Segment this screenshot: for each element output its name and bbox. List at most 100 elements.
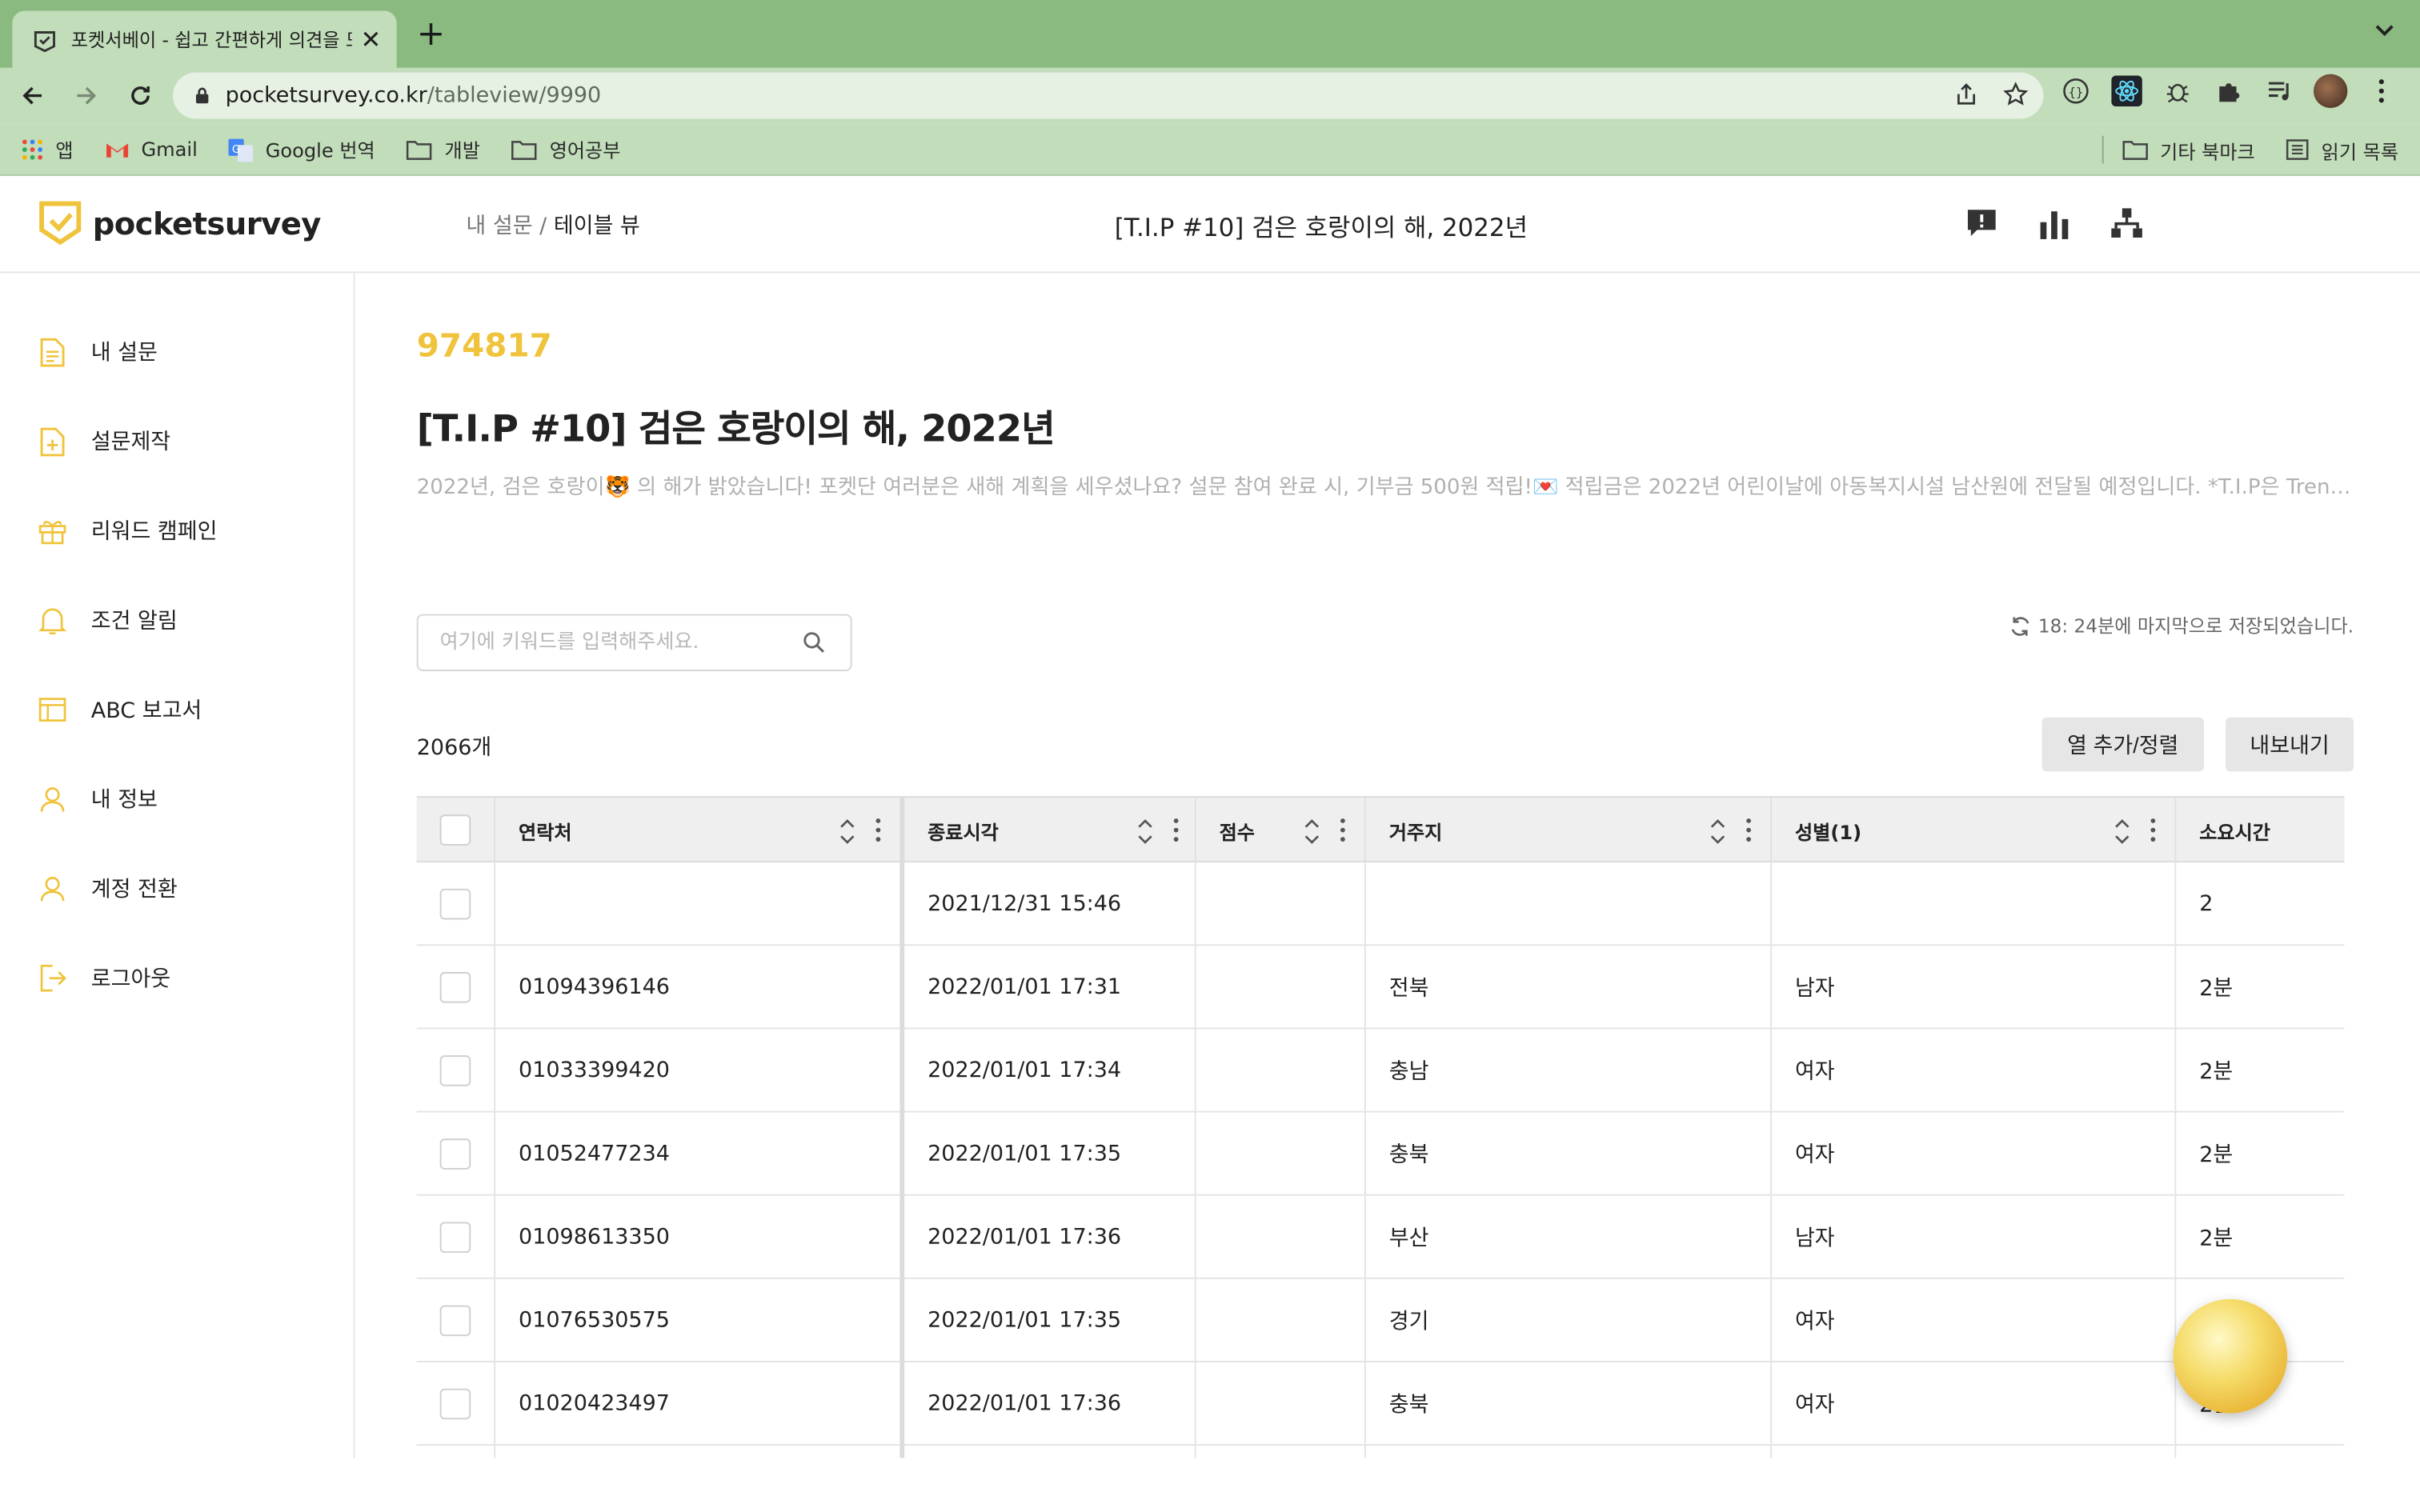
bar-chart-icon[interactable]: [2039, 206, 2070, 240]
cell-score[interactable]: [1194, 1195, 1364, 1279]
profile-avatar[interactable]: [2313, 74, 2348, 109]
sidebar-item-logout[interactable]: 로그아웃: [37, 962, 170, 994]
cell-region[interactable]: 충남: [1364, 1029, 1770, 1113]
select-all-checkbox[interactable]: [439, 814, 471, 846]
share-icon[interactable]: [1954, 82, 1979, 106]
export-button[interactable]: 내보내기: [2226, 717, 2354, 772]
sort-arrows-icon[interactable]: [2113, 816, 2131, 847]
sidebar-item-switch-account[interactable]: 계정 전환: [37, 874, 178, 905]
cell-score[interactable]: [1194, 946, 1364, 1030]
cell-gender[interactable]: 여자: [1770, 1029, 2174, 1113]
cell-gender[interactable]: [1770, 862, 2174, 946]
cell-end-time[interactable]: 2022/01/01 17:35: [899, 1278, 1194, 1362]
close-tab-icon[interactable]: ✕: [361, 25, 382, 54]
cell-region[interactable]: 경기: [1364, 1278, 1770, 1362]
sort-arrows-icon[interactable]: [1709, 816, 1727, 847]
cell-contact[interactable]: 01052489577: [494, 1446, 899, 1458]
add-sort-columns-button[interactable]: 열 추가/정렬: [2041, 717, 2205, 772]
bookmark-apps[interactable]: 앱: [22, 134, 74, 164]
cell-duration[interactable]: 2: [2174, 862, 2344, 946]
floating-action-button[interactable]: [2173, 1298, 2288, 1414]
table-row[interactable]: 01094396146 2022/01/01 17:31 전북 남자 2분: [416, 946, 2345, 1030]
bookmark-translate[interactable]: G Google 번역: [228, 134, 375, 164]
table-row[interactable]: 01098613350 2022/01/01 17:36 부산 남자 2분: [416, 1195, 2345, 1279]
bookmark-other[interactable]: 기타 북마크: [2122, 135, 2255, 165]
column-menu-icon[interactable]: [2150, 818, 2157, 842]
cell-region[interactable]: 충북: [1364, 1362, 1770, 1446]
search-icon[interactable]: [803, 631, 826, 654]
cell-region[interactable]: 충북: [1364, 1112, 1770, 1196]
cell-duration[interactable]: 2분: [2174, 1195, 2344, 1279]
cell-gender[interactable]: 여자: [1770, 1112, 2174, 1196]
cell-contact[interactable]: [494, 862, 899, 946]
cell-duration[interactable]: 2분: [2174, 1029, 2344, 1113]
chevron-down-icon[interactable]: [2374, 23, 2395, 38]
column-header[interactable]: 종료시각: [899, 798, 1194, 863]
cell-score[interactable]: [1194, 1446, 1364, 1458]
cell-contact[interactable]: 01076530575: [494, 1278, 899, 1362]
cell-duration[interactable]: 2분: [2174, 1112, 2344, 1196]
bug-extension-icon[interactable]: [2161, 74, 2194, 108]
bookmark-folder-dev[interactable]: 개발: [406, 134, 480, 164]
table-row[interactable]: 2021/12/31 15:46 2: [416, 862, 2345, 946]
cell-gender[interactable]: 남자: [1770, 1195, 2174, 1279]
column-header[interactable]: 점수: [1194, 798, 1364, 863]
cell-region[interactable]: 경남: [1364, 1446, 1770, 1458]
row-checkbox[interactable]: [439, 1388, 471, 1420]
cell-contact[interactable]: 01052477234: [494, 1112, 899, 1196]
sidebar-item-reward-campaign[interactable]: 리워드 캠페인: [37, 515, 217, 546]
column-header[interactable]: 성별(1): [1770, 798, 2174, 863]
sidebar-item-my-info[interactable]: 내 정보: [37, 784, 158, 815]
column-menu-icon[interactable]: [1340, 818, 1346, 842]
cell-end-time[interactable]: 2022/01/01 17:33: [899, 1446, 1194, 1458]
media-queue-icon[interactable]: [2262, 74, 2296, 108]
row-checkbox[interactable]: [439, 1055, 471, 1086]
cell-gender[interactable]: 여자: [1770, 1278, 2174, 1362]
column-header[interactable]: 연락처: [494, 798, 899, 863]
column-menu-icon[interactable]: [875, 818, 882, 842]
row-checkbox[interactable]: [439, 1305, 471, 1337]
column-menu-icon[interactable]: [1173, 818, 1180, 842]
cell-score[interactable]: [1194, 1029, 1364, 1113]
column-header[interactable]: 소요시간: [2174, 798, 2344, 863]
cell-contact[interactable]: 01098613350: [494, 1195, 899, 1279]
sort-arrows-icon[interactable]: [838, 816, 856, 847]
react-devtools-icon[interactable]: [2109, 74, 2143, 108]
column-header[interactable]: 거주지: [1364, 798, 1770, 863]
cell-end-time[interactable]: 2021/12/31 15:46: [899, 862, 1194, 946]
bookmark-gmail[interactable]: Gmail: [104, 138, 198, 161]
more-menu-icon[interactable]: [2365, 74, 2398, 108]
cell-duration[interactable]: 2분: [2174, 1446, 2344, 1458]
row-checkbox[interactable]: [439, 1138, 471, 1170]
cell-gender[interactable]: 여자: [1770, 1362, 2174, 1446]
address-bar[interactable]: pocketsurvey.co.kr/tableview/9990: [173, 72, 2044, 119]
cell-end-time[interactable]: 2022/01/01 17:36: [899, 1362, 1194, 1446]
cell-contact[interactable]: 01094396146: [494, 946, 899, 1030]
search-input[interactable]: [418, 615, 789, 670]
sort-arrows-icon[interactable]: [1303, 816, 1321, 847]
cell-region[interactable]: 전북: [1364, 946, 1770, 1030]
row-checkbox[interactable]: [439, 972, 471, 1003]
cell-end-time[interactable]: 2022/01/01 17:36: [899, 1195, 1194, 1279]
bookmark-folder-english[interactable]: 영어공부: [511, 134, 620, 164]
bookmark-reading-list[interactable]: 읽기 목록: [2286, 135, 2398, 165]
refresh-icon[interactable]: [2009, 615, 2030, 637]
alert-feedback-icon[interactable]: [1965, 206, 1998, 240]
cell-contact[interactable]: 01020423497: [494, 1362, 899, 1446]
browser-tab[interactable]: 포켓서베이 - 쉽고 간편하게 의견을 모 ✕: [12, 10, 397, 68]
cell-score[interactable]: [1194, 1362, 1364, 1446]
sort-arrows-icon[interactable]: [1136, 816, 1154, 847]
table-row[interactable]: 010204234972022/01/01 17:36충북여자2분: [416, 1362, 2345, 1446]
column-menu-icon[interactable]: [1745, 818, 1752, 842]
row-checkbox[interactable]: [439, 888, 471, 920]
bookmark-star-icon[interactable]: [2003, 82, 2029, 106]
cell-score[interactable]: [1194, 1278, 1364, 1362]
back-icon[interactable]: [11, 74, 54, 118]
cell-region[interactable]: 부산: [1364, 1195, 1770, 1279]
cell-gender[interactable]: 여자: [1770, 1446, 2174, 1458]
sidebar-item-condition-alert[interactable]: 조건 알림: [37, 605, 178, 636]
cell-end-time[interactable]: 2022/01/01 17:31: [899, 946, 1194, 1030]
hierarchy-icon[interactable]: [2109, 206, 2143, 240]
cell-contact[interactable]: 01033399420: [494, 1029, 899, 1113]
forward-icon[interactable]: [65, 74, 108, 118]
